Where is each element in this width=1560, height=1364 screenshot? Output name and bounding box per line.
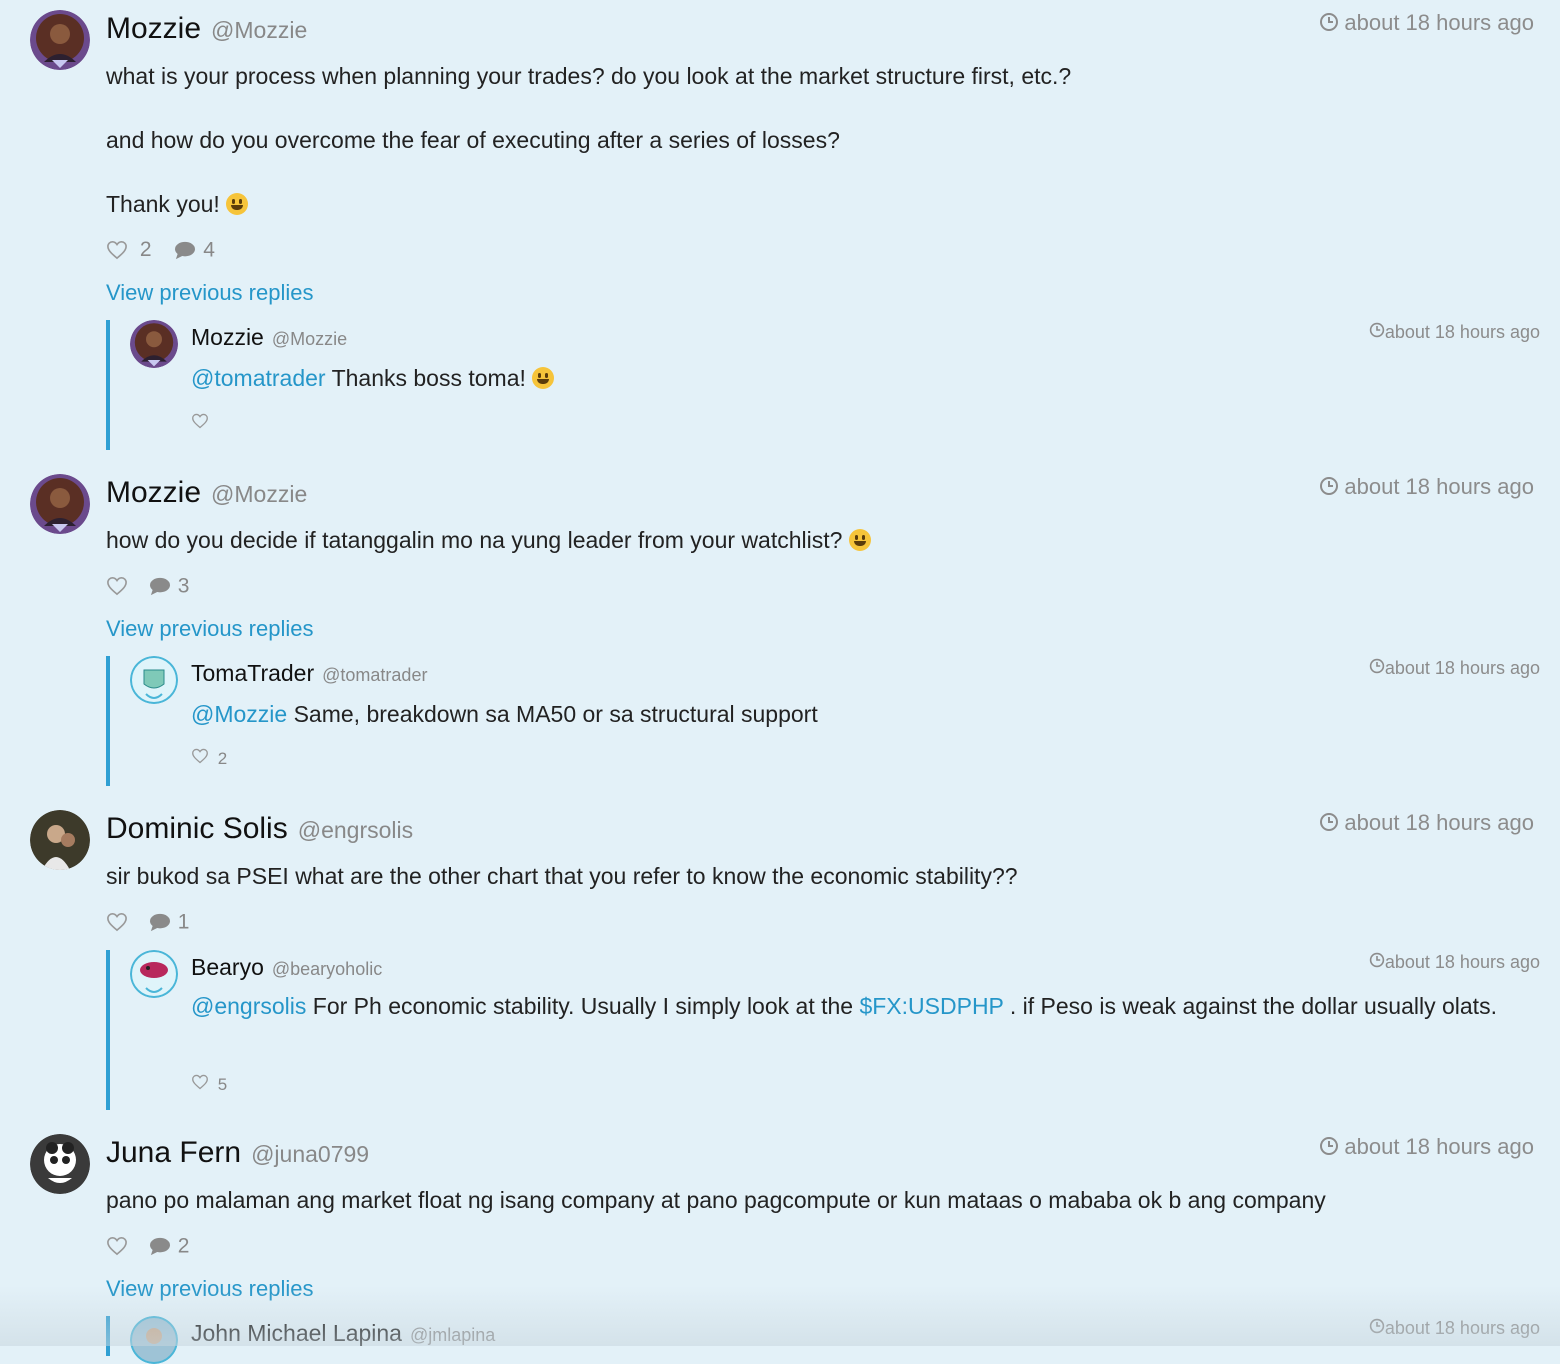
- mention-link[interactable]: @tomatrader: [191, 365, 326, 391]
- heart-icon[interactable]: [106, 1236, 128, 1256]
- author-handle[interactable]: @Mozzie: [211, 481, 307, 507]
- reply-text: @engrsolis For Ph economic stability. Us…: [191, 993, 1497, 1019]
- avatar[interactable]: [130, 656, 178, 704]
- smile-emoji: [848, 529, 871, 551]
- like-count: 2: [139, 238, 152, 262]
- timestamp: about 18 hours ago: [1319, 810, 1534, 836]
- reply-author-name[interactable]: Mozzie @Mozzie: [191, 324, 347, 351]
- view-previous-replies-link[interactable]: View previous replies: [106, 616, 313, 642]
- author-handle[interactable]: @Mozzie: [211, 17, 307, 43]
- comment-icon[interactable]: [173, 240, 197, 260]
- author-name[interactable]: Juna Fern @juna0799: [106, 1136, 369, 1170]
- reply-text: @Mozzie Same, breakdown sa MA50 or sa st…: [191, 701, 818, 727]
- avatar[interactable]: [30, 810, 90, 870]
- post-text: and how do you overcome the fear of exec…: [106, 127, 840, 153]
- clock-icon: [1369, 952, 1385, 968]
- reply-timestamp: about 18 hours ago: [1369, 1318, 1540, 1339]
- ticker-link[interactable]: $FX:USDPHP: [859, 993, 1003, 1019]
- author-name[interactable]: Dominic Solis @engrsolis: [106, 812, 413, 846]
- reply-author-handle[interactable]: @bearyoholic: [272, 959, 382, 979]
- avatar[interactable]: [30, 1134, 90, 1194]
- clock-icon: [1319, 12, 1339, 32]
- clock-icon: [1319, 812, 1339, 832]
- reply-actions: 5: [191, 1074, 227, 1095]
- comment-count: 1: [177, 910, 190, 934]
- comment-icon[interactable]: [148, 1236, 172, 1256]
- reply-timestamp: about 18 hours ago: [1369, 658, 1540, 679]
- heart-icon[interactable]: [106, 240, 128, 260]
- timestamp: about 18 hours ago: [1319, 474, 1534, 500]
- reply-author-handle[interactable]: @tomatrader: [322, 665, 427, 685]
- clock-icon: [1369, 1318, 1385, 1334]
- like-count: 2: [217, 749, 228, 768]
- reply-actions: 2: [191, 748, 227, 769]
- reply-author-name[interactable]: John Michael Lapina @jmlapina: [191, 1320, 495, 1347]
- reply-author-handle[interactable]: @jmlapina: [410, 1325, 495, 1345]
- author-handle[interactable]: @juna0799: [251, 1141, 369, 1167]
- timestamp: about 18 hours ago: [1319, 10, 1534, 36]
- reply-author-handle[interactable]: @Mozzie: [272, 329, 347, 349]
- smile-emoji: [226, 193, 249, 215]
- post-text: pano po malaman ang market float ng isan…: [106, 1187, 1326, 1213]
- reply-timestamp: about 18 hours ago: [1369, 322, 1540, 343]
- reply-actions: [191, 413, 209, 434]
- post-actions: 1: [106, 910, 189, 934]
- reply-thread: John Michael Lapina @jmlapina about 18 ho…: [106, 1316, 1540, 1364]
- mention-link[interactable]: @engrsolis: [191, 993, 306, 1019]
- comment-icon[interactable]: [148, 576, 172, 596]
- clock-icon: [1369, 658, 1385, 674]
- view-previous-replies-link[interactable]: View previous replies: [106, 280, 313, 306]
- avatar[interactable]: [130, 950, 178, 998]
- avatar[interactable]: [30, 474, 90, 534]
- avatar[interactable]: [30, 10, 90, 70]
- comment-count: 4: [203, 238, 215, 262]
- timestamp: about 18 hours ago: [1319, 1134, 1534, 1160]
- avatar[interactable]: [130, 320, 178, 368]
- avatar[interactable]: [130, 1316, 178, 1364]
- clock-icon: [1369, 322, 1385, 338]
- author-name[interactable]: Mozzie @Mozzie: [106, 12, 307, 46]
- post-actions: 3: [106, 574, 189, 598]
- post-text: Thank you!: [106, 188, 249, 220]
- reply-author-name[interactable]: Bearyo @bearyoholic: [191, 954, 382, 981]
- clock-icon: [1319, 1136, 1339, 1156]
- mention-link[interactable]: @Mozzie: [191, 701, 287, 727]
- reply-author-name[interactable]: TomaTrader @tomatrader: [191, 660, 427, 687]
- comment-count: 2: [177, 1234, 190, 1258]
- reply-timestamp: about 18 hours ago: [1369, 952, 1540, 973]
- heart-icon[interactable]: [191, 748, 209, 764]
- author-name[interactable]: Mozzie @Mozzie: [106, 476, 307, 510]
- reply-text: @tomatrader Thanks boss toma!: [191, 362, 1520, 394]
- like-count: 5: [217, 1075, 228, 1094]
- smile-emoji: [532, 367, 555, 389]
- post-actions: 2: [106, 1234, 189, 1258]
- post-text: how do you decide if tatanggalin mo na y…: [106, 524, 871, 556]
- author-handle[interactable]: @engrsolis: [298, 817, 413, 843]
- post-actions: 2 4: [106, 238, 215, 262]
- post-text: what is your process when planning your …: [106, 63, 1072, 89]
- heart-icon[interactable]: [106, 576, 128, 596]
- view-previous-replies-link[interactable]: View previous replies: [106, 1276, 313, 1302]
- post-text: sir bukod sa PSEI what are the other cha…: [106, 863, 1018, 889]
- heart-icon[interactable]: [191, 1074, 209, 1090]
- reply-thread: Bearyo @bearyoholic about 18 hours ago @e…: [106, 950, 1540, 1110]
- reply-thread: Mozzie @Mozzie about 18 hours ago @tomatr…: [106, 320, 1540, 450]
- comment-count: 3: [177, 574, 190, 598]
- reply-thread: TomaTrader @tomatrader about 18 hours ago…: [106, 656, 1540, 786]
- clock-icon: [1319, 476, 1339, 496]
- heart-icon[interactable]: [191, 413, 209, 429]
- heart-icon[interactable]: [106, 912, 128, 932]
- comment-icon[interactable]: [148, 912, 172, 932]
